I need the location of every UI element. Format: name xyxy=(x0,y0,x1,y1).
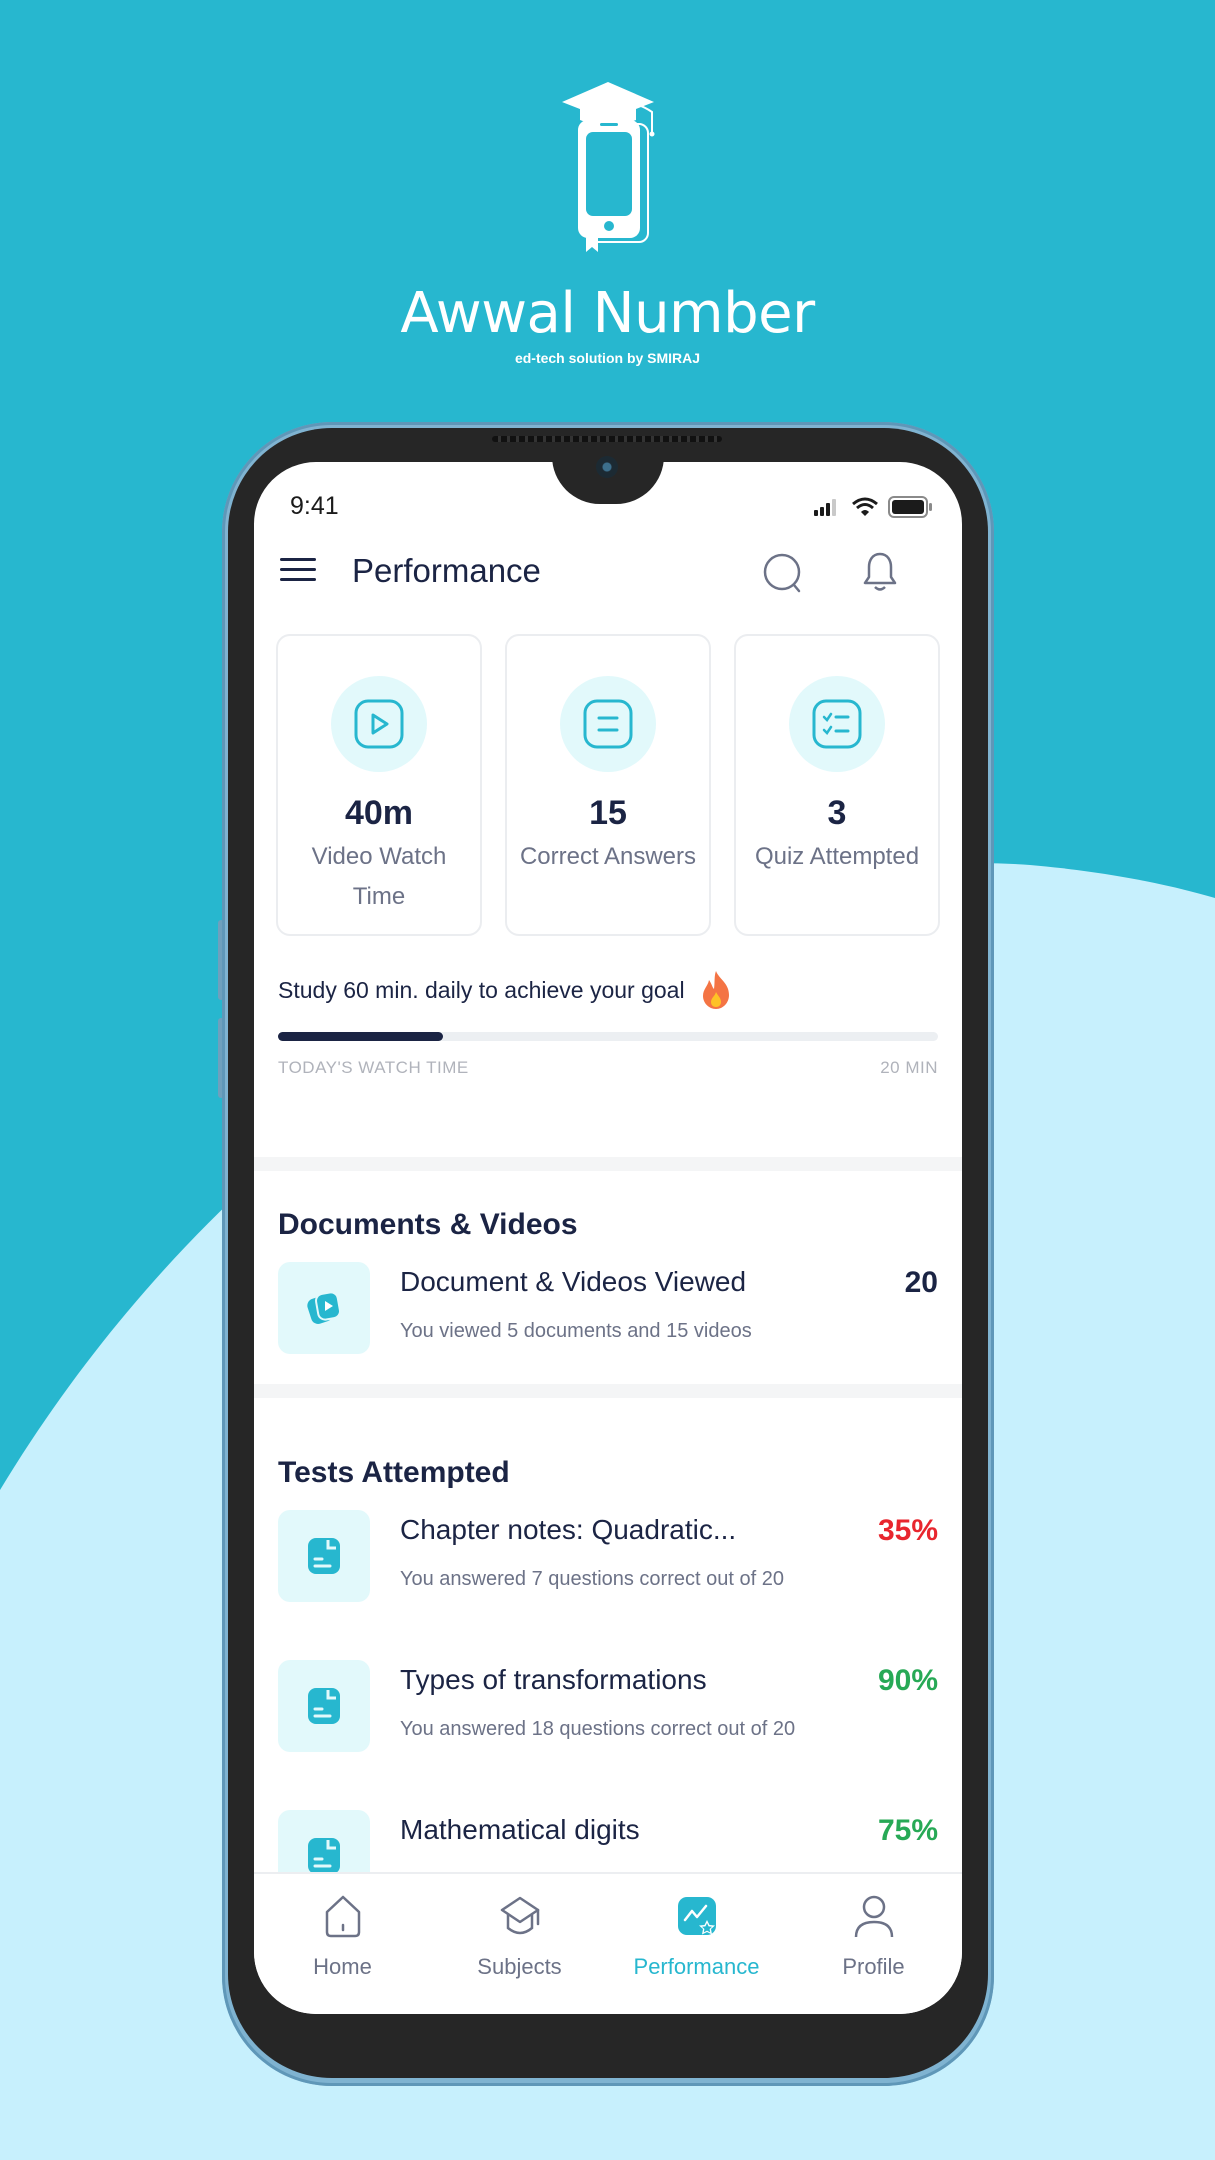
nav-item-subjects[interactable]: Subjects xyxy=(431,1874,608,2014)
item-count: 20 xyxy=(904,1266,938,1299)
wifi-icon xyxy=(852,497,878,516)
stat-card-quiz-attempted[interactable]: 3 Quiz Attempted xyxy=(734,634,940,936)
status-icons xyxy=(814,496,932,518)
item-title: Document & Videos Viewed xyxy=(400,1266,747,1297)
documents-videos-item[interactable]: Document & Videos Viewed You viewed 5 do… xyxy=(278,1262,938,1358)
phone-speaker xyxy=(492,436,722,442)
stat-label: Video Watch Time xyxy=(311,843,447,910)
document-icon xyxy=(308,1688,340,1724)
stat-card-correct-answers[interactable]: 15 Correct Answers xyxy=(505,634,711,936)
nav-label: Subjects xyxy=(477,1954,562,1979)
profile-icon xyxy=(854,1895,893,1938)
app-screen: 9:41 Performance 40m Video Watch Time 15… xyxy=(254,462,962,2014)
bell-icon[interactable] xyxy=(860,550,900,594)
stat-value: 3 xyxy=(827,794,847,832)
section-divider xyxy=(254,1384,962,1398)
brand-title: Awwal Number xyxy=(400,281,815,346)
checklist-icon xyxy=(812,699,862,749)
brand-logo-icon xyxy=(561,82,654,252)
nav-item-home[interactable]: Home xyxy=(254,1874,431,2014)
nav-label: Profile xyxy=(842,1954,905,1979)
stats-row: 40m Video Watch Time 15 Correct Answers xyxy=(276,634,940,936)
battery-icon xyxy=(888,496,932,518)
status-time: 9:41 xyxy=(290,492,339,520)
brand-header: Awwal Number ed-tech solution by SMIRAJ xyxy=(0,80,1215,366)
menu-icon[interactable] xyxy=(280,558,316,586)
performance-chart-icon xyxy=(677,1897,716,1935)
nav-label: Performance xyxy=(633,1954,760,1979)
document-icon xyxy=(308,1538,340,1574)
item-subtitle: You viewed 5 documents and 15 videos xyxy=(400,1320,752,1342)
media-stack-icon xyxy=(307,1291,341,1324)
test-subtitle: You answered 18 questions correct out of… xyxy=(400,1718,796,1740)
watch-time-progress-bar xyxy=(278,1032,938,1041)
signal-icon xyxy=(814,499,836,516)
nav-label: Home xyxy=(313,1954,372,1979)
app-bar: Performance xyxy=(254,540,962,610)
progress-left-label: TODAY'S WATCH TIME xyxy=(278,1058,469,1077)
section-divider xyxy=(254,1157,962,1171)
stat-value: 40m xyxy=(344,794,414,832)
test-item[interactable]: Chapter notes: Quadratic... You answered… xyxy=(278,1510,938,1606)
daily-goal: Study 60 min. daily to achieve your goal… xyxy=(278,970,938,1078)
search-icon[interactable] xyxy=(762,552,806,596)
front-camera xyxy=(596,456,618,478)
progress-right-label: 20 MIN xyxy=(880,1058,938,1077)
test-title: Chapter notes: Quadratic... xyxy=(400,1514,737,1545)
home-icon xyxy=(325,1895,360,1938)
stat-value: 15 xyxy=(589,794,627,832)
test-score: 35% xyxy=(877,1514,938,1547)
test-subtitle: You answered 7 questions correct out of … xyxy=(400,1568,784,1590)
progress-fill xyxy=(278,1032,443,1041)
document-icon xyxy=(308,1838,340,1874)
stat-label: Quiz Attempted xyxy=(754,843,920,870)
test-score: 75% xyxy=(877,1814,938,1847)
test-title: Mathematical digits xyxy=(400,1814,640,1845)
stat-label: Correct Answers xyxy=(519,843,697,870)
section-title-documents: Documents & Videos xyxy=(278,1208,578,1241)
stat-card-video-watch-time[interactable]: 40m Video Watch Time xyxy=(276,634,482,936)
goal-text: Study 60 min. daily to achieve your goal xyxy=(278,976,685,1003)
nav-item-profile[interactable]: Profile xyxy=(785,1874,962,2014)
graduation-cap-icon xyxy=(500,1896,539,1935)
play-icon xyxy=(354,699,404,749)
list-icon xyxy=(583,699,633,749)
brand-subtitle: ed-tech solution by SMIRAJ xyxy=(514,350,701,366)
section-title-tests: Tests Attempted xyxy=(278,1456,510,1489)
bottom-nav: Home Subjects Performance Profile xyxy=(254,1872,962,2014)
page-title: Performance xyxy=(352,552,541,589)
nav-item-performance[interactable]: Performance xyxy=(608,1874,785,2014)
fire-icon xyxy=(702,971,729,1009)
test-title: Types of transformations xyxy=(400,1664,707,1695)
test-item[interactable]: Types of transformations You answered 18… xyxy=(278,1660,938,1756)
test-score: 90% xyxy=(877,1664,938,1697)
